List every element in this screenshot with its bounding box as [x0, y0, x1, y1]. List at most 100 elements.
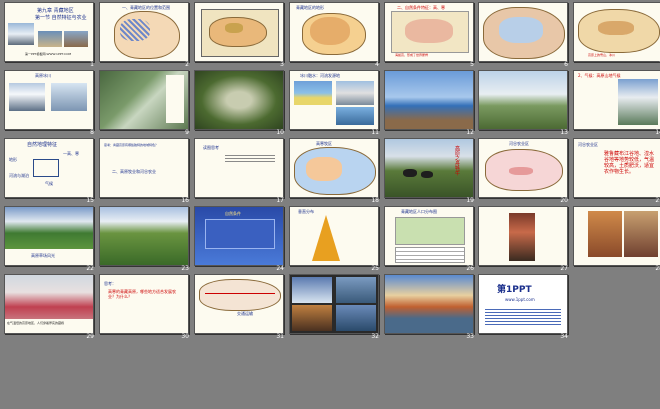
slide-preview: 第九章 青藏地区 第一节 自然特征与农业 第一PPT模板网-WWW.1PPT.COM — [4, 2, 94, 62]
river-valley — [509, 167, 533, 175]
slide-thumbnail-27[interactable]: 27 — [478, 206, 572, 274]
railway-line — [205, 293, 275, 294]
slide-thumbnail-30[interactable]: 思考： 高寒的青藏高原，哪些地方适合发展农业？为什么？ 30 — [99, 274, 193, 342]
slide-number: 19 — [466, 197, 474, 204]
slide-thumbnail-3[interactable]: 3 — [194, 2, 288, 70]
slide-thumbnail-2[interactable]: 一、青藏地区的位置和范围 2 — [99, 2, 193, 70]
slide-title: 冰川融水：河流发源地 — [300, 73, 340, 78]
slide-title: 一、青藏地区的位置和范围 — [122, 5, 170, 10]
slide-thumbnail-31[interactable]: 交通运输 31 — [194, 274, 288, 342]
footer-text: 第一PPT模板网-WWW.1PPT.COM — [25, 52, 72, 56]
slide-number: 27 — [560, 265, 568, 272]
lake-photo — [385, 71, 473, 129]
slide-title: 二、自然条件特征：高、寒 — [397, 5, 445, 10]
slide-thumbnail-5[interactable]: 二、自然条件特征：高、寒 海拔高，形成了世界屋脊 5 — [384, 2, 478, 70]
population-map — [395, 217, 465, 245]
slide-preview — [99, 206, 189, 266]
slide-thumbnail-25[interactable]: 垂直分布 25 — [289, 206, 383, 274]
slide-thumbnail-8[interactable]: 高原冰川 8 — [4, 70, 98, 138]
slide-preview: 河谷农业区 雅鲁藏布江谷地、湟水谷地等地势较低，气温较高，土质肥沃，适宜农作物生长… — [573, 138, 660, 198]
tibetan-costume-photo — [509, 213, 535, 261]
slide-thumbnail-6[interactable]: 6 — [478, 2, 572, 70]
slide-thumbnail-15[interactable]: 自然地理特征一高、寒地形气候 河流与湖泊土壤 15 — [4, 138, 98, 206]
slide-title: 读图思考 — [203, 145, 219, 150]
caption-box — [166, 75, 184, 123]
slide-thumbnail-21[interactable]: 河谷农业区 雅鲁藏布江谷地、湟水谷地等地势较低，气温较高，土质肥沃，适宜农作物生长… — [573, 138, 660, 206]
slide-thumbnail-33[interactable]: 33 — [384, 274, 478, 342]
slide-thumbnail-32[interactable]: 32 — [289, 274, 383, 342]
slide-preview: 交通运输 — [194, 274, 284, 334]
slide-number: 3 — [280, 61, 284, 68]
brand-title: 第1PPT — [497, 285, 532, 295]
slide-thumbnail-20[interactable]: 河谷农业区 20 — [478, 138, 572, 206]
diagram-item: 土壤 — [45, 197, 53, 198]
slide-preview: 河谷农业区 — [478, 138, 568, 198]
tibetan-person-photo — [588, 211, 622, 257]
slide-number: 16 — [181, 197, 189, 204]
slide-subtitle: 二、高原牧业和河谷农业 — [112, 169, 156, 174]
slide-side-label: 一高、寒 — [63, 151, 79, 156]
grazing-region — [306, 157, 342, 181]
info-lines — [485, 307, 561, 325]
slide-number: 29 — [86, 333, 94, 340]
slide-thumbnail-24[interactable]: 自然条件 24 — [194, 206, 288, 274]
slide-number: 30 — [181, 333, 189, 340]
slide-thumbnail-7[interactable]: 高原上的雪山、冰川7 — [573, 2, 660, 70]
slide-title: 2、气候：高原山地气候 — [578, 73, 621, 78]
slide-preview: 思考：青藏高原有哪些独特的地域特色？ 二、高原牧业和河谷农业 — [99, 138, 189, 198]
cold-zone — [499, 17, 543, 43]
grassland-photo — [479, 71, 567, 129]
slide-thumbnail-29[interactable]: 在气温低的高原地区，人们穿着厚实的藏袍 29 — [4, 274, 98, 342]
slide-thumbnail-18[interactable]: 高寒牧区 18 — [289, 138, 383, 206]
slide-number: 11 — [371, 129, 379, 136]
slide-title: 高原冰川 — [35, 73, 51, 78]
snow-mountain-photo — [618, 79, 658, 125]
diagram-item: 地形 — [9, 157, 17, 162]
slide-vertical-title: 高原之舟 牦牛 — [455, 146, 461, 177]
slide-thumbnail-10[interactable]: 10 — [194, 70, 288, 138]
slide-note: 高原上的雪山、冰川 — [588, 53, 616, 57]
slide-thumbnail-9[interactable]: 9 — [99, 70, 193, 138]
slide-number: 26 — [466, 265, 474, 272]
slide-preview: 高原草场风光 — [4, 206, 94, 266]
slide-thumbnail-28[interactable]: 28 — [573, 206, 660, 274]
slide-thumbnail-12[interactable]: 12 — [384, 70, 478, 138]
mountain-photo — [8, 23, 34, 45]
slide-thumbnail-34[interactable]: 第1PPT www.1ppt.com 34 — [478, 274, 572, 342]
slide-thumbnail-22[interactable]: 高原草场风光 22 — [4, 206, 98, 274]
slide-preview — [573, 206, 660, 266]
slide-preview: 读图思考 — [194, 138, 284, 198]
slide-thumbnail-11[interactable]: 冰川融水：河流发源地 11 — [289, 70, 383, 138]
yak — [403, 169, 417, 177]
slide-number: 15 — [86, 197, 94, 204]
slide-preview — [478, 206, 568, 266]
slide-number: 32 — [371, 333, 379, 340]
glacier-photo — [9, 83, 45, 111]
slide-thumbnail-26[interactable]: 青藏地区人口分布图 26 — [384, 206, 478, 274]
slide-thumbnail-13[interactable]: 13 — [478, 70, 572, 138]
slide-preview: 高原上的雪山、冰川 — [573, 2, 660, 62]
slide-thumbnail-14[interactable]: 2、气候：高原山地气候 14 — [573, 70, 660, 138]
slide-preview: 二、自然条件特征：高、寒 海拔高，形成了世界屋脊 — [384, 2, 474, 62]
slide-subtitle: 第一节 自然特征与农业 — [35, 15, 87, 21]
slide-number: 34 — [560, 333, 568, 340]
slide-preview — [478, 2, 568, 62]
slide-preview: 垂直分布 — [289, 206, 379, 266]
slide-thumbnail-23[interactable]: 23 — [99, 206, 193, 274]
photo-caption: 高原草场风光 — [31, 253, 55, 258]
slide-thumbnail-19[interactable]: 高原之舟 牦牛 19 — [384, 138, 478, 206]
transport-map — [199, 279, 281, 311]
slide-thumbnail-17[interactable]: 读图思考 17 — [194, 138, 288, 206]
slide-title: 交通运输 — [237, 311, 253, 316]
slide-number: 20 — [560, 197, 568, 204]
elevated-region — [405, 19, 453, 43]
slide-preview: 2、气候：高原山地气候 — [573, 70, 660, 130]
slide-number: 10 — [276, 129, 284, 136]
slide-thumbnail-1[interactable]: 第九章 青藏地区 第一节 自然特征与农业 第一PPT模板网-WWW.1PPT.COM… — [4, 2, 98, 70]
slide-thumbnail-16[interactable]: 思考：青藏高原有哪些独特的地域特色？ 二、高原牧业和河谷农业 16 — [99, 138, 193, 206]
slide-preview: 高寒牧区 — [289, 138, 379, 198]
slide-thumbnail-4[interactable]: 青藏地区的地形 4 — [289, 2, 383, 70]
slide-number: 17 — [276, 197, 284, 204]
slide-note: 海拔高，形成了世界屋脊 — [395, 53, 429, 57]
slide-number: 8 — [90, 129, 94, 136]
